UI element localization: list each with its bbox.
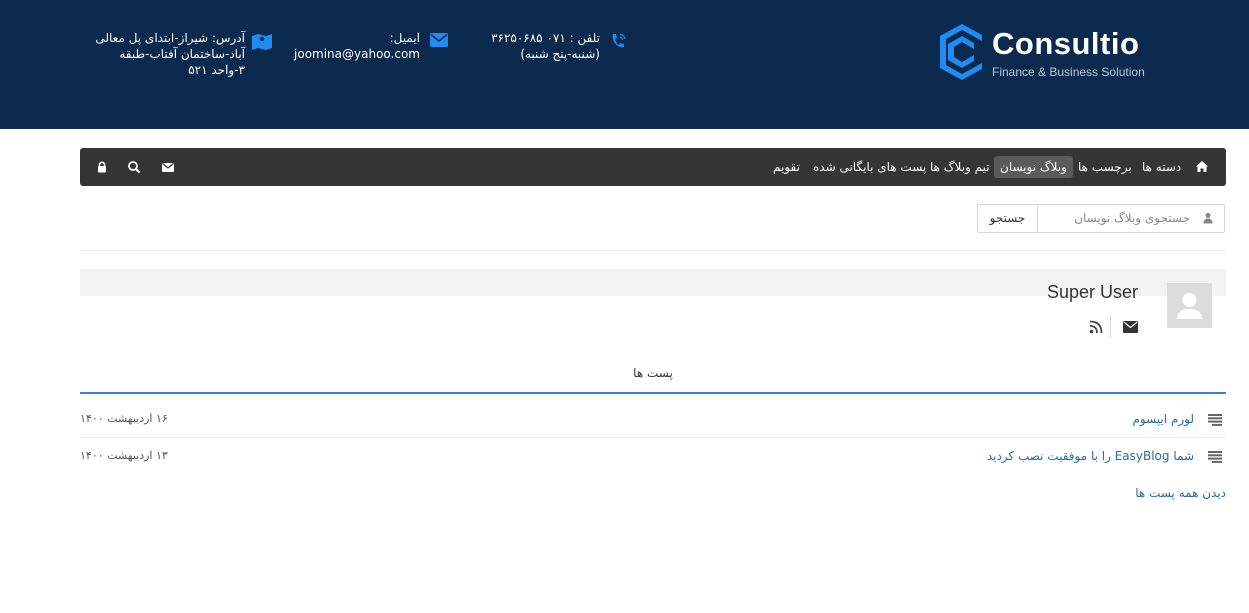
header-address: آدرس: شیراز-ابتدای پل معالی آباد-ساختمان…	[95, 30, 275, 82]
nav-bloggers[interactable]: وبلاگ نویسان	[994, 156, 1073, 178]
blogger-search: جستجو جستجوی وبلاگ نویسان	[977, 204, 1225, 233]
nav-tags[interactable]: برچسب ها	[1072, 156, 1138, 178]
nav-categories[interactable]: دسته ها	[1136, 156, 1187, 178]
nav-calendar[interactable]: تقویم	[767, 156, 806, 178]
nav-teamblogs[interactable]: تیم وبلاگ ها	[924, 156, 996, 178]
blog-navbar: دسته ها برچسب ها وبلاگ نویسان تیم وبلاگ …	[80, 148, 1226, 186]
divider	[80, 250, 1226, 251]
rss-icon[interactable]	[1089, 320, 1103, 334]
document-lines-icon	[1208, 451, 1222, 463]
post-date: ۱۳ اردیبهشت ۱۴۰۰	[80, 449, 168, 462]
map-icon	[252, 34, 272, 50]
nav-archive[interactable]: پست های بایگانی شده	[807, 156, 932, 178]
list-item: لورم ایپسوم ۱۶ اردیبهشت ۱۴۰۰	[80, 402, 1226, 438]
document-lines-icon	[1208, 414, 1222, 426]
address-line-3: ۳-واحد ۵۲۱	[188, 63, 245, 77]
search-button[interactable]: جستجو	[978, 205, 1038, 232]
header-email: ایمیل: joomina@yahoo.com	[294, 30, 450, 70]
envelope-icon[interactable]	[160, 159, 176, 175]
site-logo[interactable]: Consultio Finance & Business Solution	[938, 22, 1158, 82]
address-line-2: آباد-ساختمان آفتاب-طبقه	[119, 47, 245, 61]
envelope-icon	[430, 33, 448, 47]
user-icon	[1203, 213, 1213, 224]
post-title-link[interactable]: شما EasyBlog را با موفقیت نصب کردید	[987, 449, 1194, 463]
address-line-1: آدرس: شیراز-ابتدای پل معالی	[95, 31, 245, 45]
header-phone: تلفن : ۰۷۱ ۳۶۲۵۰۶۸۵ (شنبه-پنج شنبه)	[440, 30, 630, 70]
author-links	[1085, 316, 1141, 338]
search-icon[interactable]	[126, 159, 142, 175]
avatar[interactable]	[1167, 283, 1212, 328]
lock-icon[interactable]	[94, 159, 110, 175]
author-name[interactable]: Super User	[980, 282, 1138, 303]
logo-tagline: Finance & Business Solution	[992, 65, 1145, 79]
post-title-link[interactable]: لورم ایپسوم	[1132, 412, 1194, 426]
consultio-logo-icon	[940, 24, 982, 80]
phone-icon	[612, 33, 626, 48]
tab-posts[interactable]: پست ها	[600, 366, 706, 380]
user-placeholder-icon	[1177, 293, 1202, 319]
logo-wordmark: Consultio	[992, 26, 1140, 61]
search-input[interactable]: جستجوی وبلاگ نویسان	[1038, 205, 1224, 232]
post-date: ۱۶ اردیبهشت ۱۴۰۰	[80, 412, 168, 425]
divider	[1110, 316, 1111, 338]
tab-underline	[80, 392, 1226, 394]
view-all-posts-link[interactable]: دیدن همه پست ها	[1135, 486, 1226, 500]
home-icon[interactable]	[1194, 159, 1210, 175]
envelope-icon[interactable]	[1123, 321, 1138, 333]
list-item: شما EasyBlog را با موفقیت نصب کردید ۱۳ ا…	[80, 439, 1226, 475]
site-header: Consultio Finance & Business Solution تل…	[0, 0, 1249, 129]
